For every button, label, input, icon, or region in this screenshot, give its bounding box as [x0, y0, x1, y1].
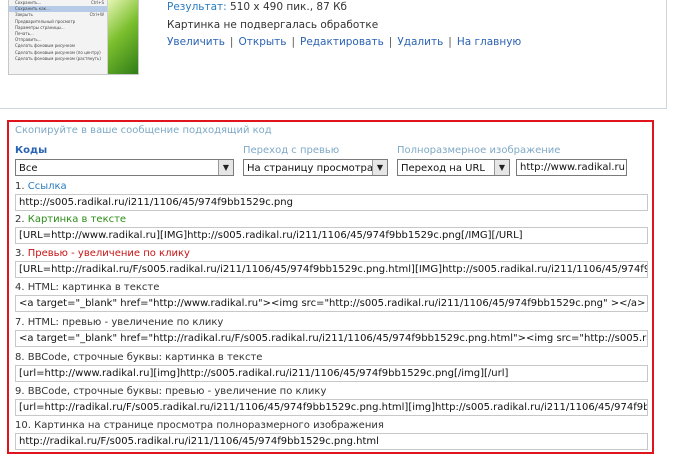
- row-title: BBCode, строчные буквы: картинка в текст…: [27, 352, 263, 363]
- row-title: HTML: превью - увеличение по клику: [27, 317, 224, 328]
- code-row-label: 1. Ссылка: [15, 181, 67, 192]
- fullsize-select-value: Переход на URL: [401, 163, 485, 174]
- code-field[interactable]: [URL=http://www.radikal.ru][IMG]http://s…: [15, 227, 648, 244]
- row-title: Картинка на странице просмотра полноразм…: [34, 420, 384, 431]
- chevron-down-icon[interactable]: ▼: [372, 160, 387, 175]
- preview-select[interactable]: На страницу просмотра ▼: [243, 159, 388, 176]
- row-title: Ссылка: [27, 181, 67, 192]
- row-number: 7.: [15, 317, 25, 328]
- code-field[interactable]: [url=http://www.radikal.ru][img]http://s…: [15, 365, 648, 382]
- fullsize-label: Полноразмерное изображение: [397, 145, 561, 156]
- row-title: BBCode, строчные буквы: превью - увеличе…: [27, 386, 327, 397]
- thumb-menu-item: Сделать фоновым рисунком (растянуть): [15, 55, 101, 61]
- codes-panel: Скопируйте в ваше сообщение подходящий к…: [7, 120, 654, 454]
- edit-link[interactable]: Редактировать: [300, 36, 384, 48]
- thumbnail-menu-screenshot: Сохранить... Сохранить как... Закрыть Пр…: [9, 0, 108, 74]
- row-title: Превью - увеличение по клику: [27, 248, 190, 259]
- codes-select[interactable]: Все ▼: [15, 159, 234, 176]
- row-number: 10.: [15, 420, 31, 431]
- link-separator: |: [291, 36, 295, 48]
- row-number: 9.: [15, 386, 25, 397]
- row-number: 4.: [15, 282, 25, 293]
- row-title: Картинка в тексте: [27, 214, 127, 225]
- image-thumbnail[interactable]: Сохранить... Сохранить как... Закрыть Пр…: [8, 0, 139, 75]
- home-link[interactable]: На главную: [457, 36, 521, 48]
- row-number: 8.: [15, 352, 25, 363]
- code-row-label: 2. Картинка в тексте: [15, 214, 126, 225]
- fullsize-select[interactable]: Переход на URL ▼: [397, 159, 510, 176]
- row-number: 1.: [15, 181, 25, 192]
- code-field[interactable]: http://radikal.ru/F/s005.radikal.ru/i211…: [15, 433, 648, 450]
- code-row-label: 7. HTML: превью - увеличение по клику: [15, 317, 223, 328]
- codes-select-value: Все: [19, 163, 38, 174]
- code-row-label: 9. BBCode, строчные буквы: превью - увел…: [15, 386, 326, 397]
- result-value: 510 x 490 пик., 87 Кб: [230, 1, 348, 13]
- link-separator: |: [448, 36, 452, 48]
- code-row-label: 8. BBCode, строчные буквы: картинка в те…: [15, 352, 262, 363]
- result-info: Результат: 510 x 490 пик., 87 Кб: [167, 1, 347, 13]
- processing-status: Картинка не подвергалась обработке: [167, 19, 379, 31]
- code-row-label: 3. Превью - увеличение по клику: [15, 248, 190, 259]
- result-label: Результат:: [167, 1, 227, 13]
- code-row-label: 4. HTML: картинка в тексте: [15, 282, 159, 293]
- link-separator: |: [229, 36, 234, 48]
- code-row-label: 10. Картинка на странице просмотра полно…: [15, 420, 384, 431]
- link-separator: |: [388, 36, 393, 48]
- fullsize-url-input[interactable]: http://www.radikal.ru: [516, 159, 627, 176]
- row-number: 3.: [15, 248, 25, 259]
- chevron-down-icon[interactable]: ▼: [494, 160, 509, 175]
- preview-select-value: На страницу просмотра: [247, 163, 374, 174]
- thumb-menu-item: Сделать фоновым рисунком (по центру): [15, 49, 101, 55]
- result-header: Сохранить... Сохранить как... Закрыть Пр…: [0, 0, 667, 109]
- thumb-shortcut: Ctrl+S: [90, 0, 104, 5]
- code-field[interactable]: http://s005.radikal.ru/i211/1106/45/974f…: [15, 194, 648, 211]
- chevron-down-icon[interactable]: ▼: [218, 160, 233, 175]
- preview-label: Переход с превью: [243, 145, 340, 156]
- code-field[interactable]: [url=http://radikal.ru/F/s005.radikal.ru…: [15, 399, 648, 416]
- codes-label: Коды: [15, 145, 48, 156]
- thumb-shortcut: Ctrl+W: [89, 12, 104, 17]
- thumbnail-green-graphic: [108, 0, 138, 74]
- code-field[interactable]: <a target="_blank" href="http://radikal.…: [15, 330, 648, 347]
- action-links: Увеличить | Открыть | Редактировать | Удалить |…: [167, 36, 521, 48]
- code-field[interactable]: [URL=http://radikal.ru/F/s005.radikal.ru…: [15, 261, 648, 278]
- copy-hint: Скопируйте в ваше сообщение подходящий к…: [15, 125, 272, 136]
- row-number: 2.: [15, 214, 25, 225]
- delete-link[interactable]: Удалить: [397, 36, 443, 48]
- enlarge-link[interactable]: Увеличить: [167, 36, 225, 48]
- row-title: HTML: картинка в тексте: [27, 282, 160, 293]
- code-field[interactable]: <a target="_blank" href="http://www.radi…: [15, 295, 648, 312]
- open-link[interactable]: Открыть: [238, 36, 286, 48]
